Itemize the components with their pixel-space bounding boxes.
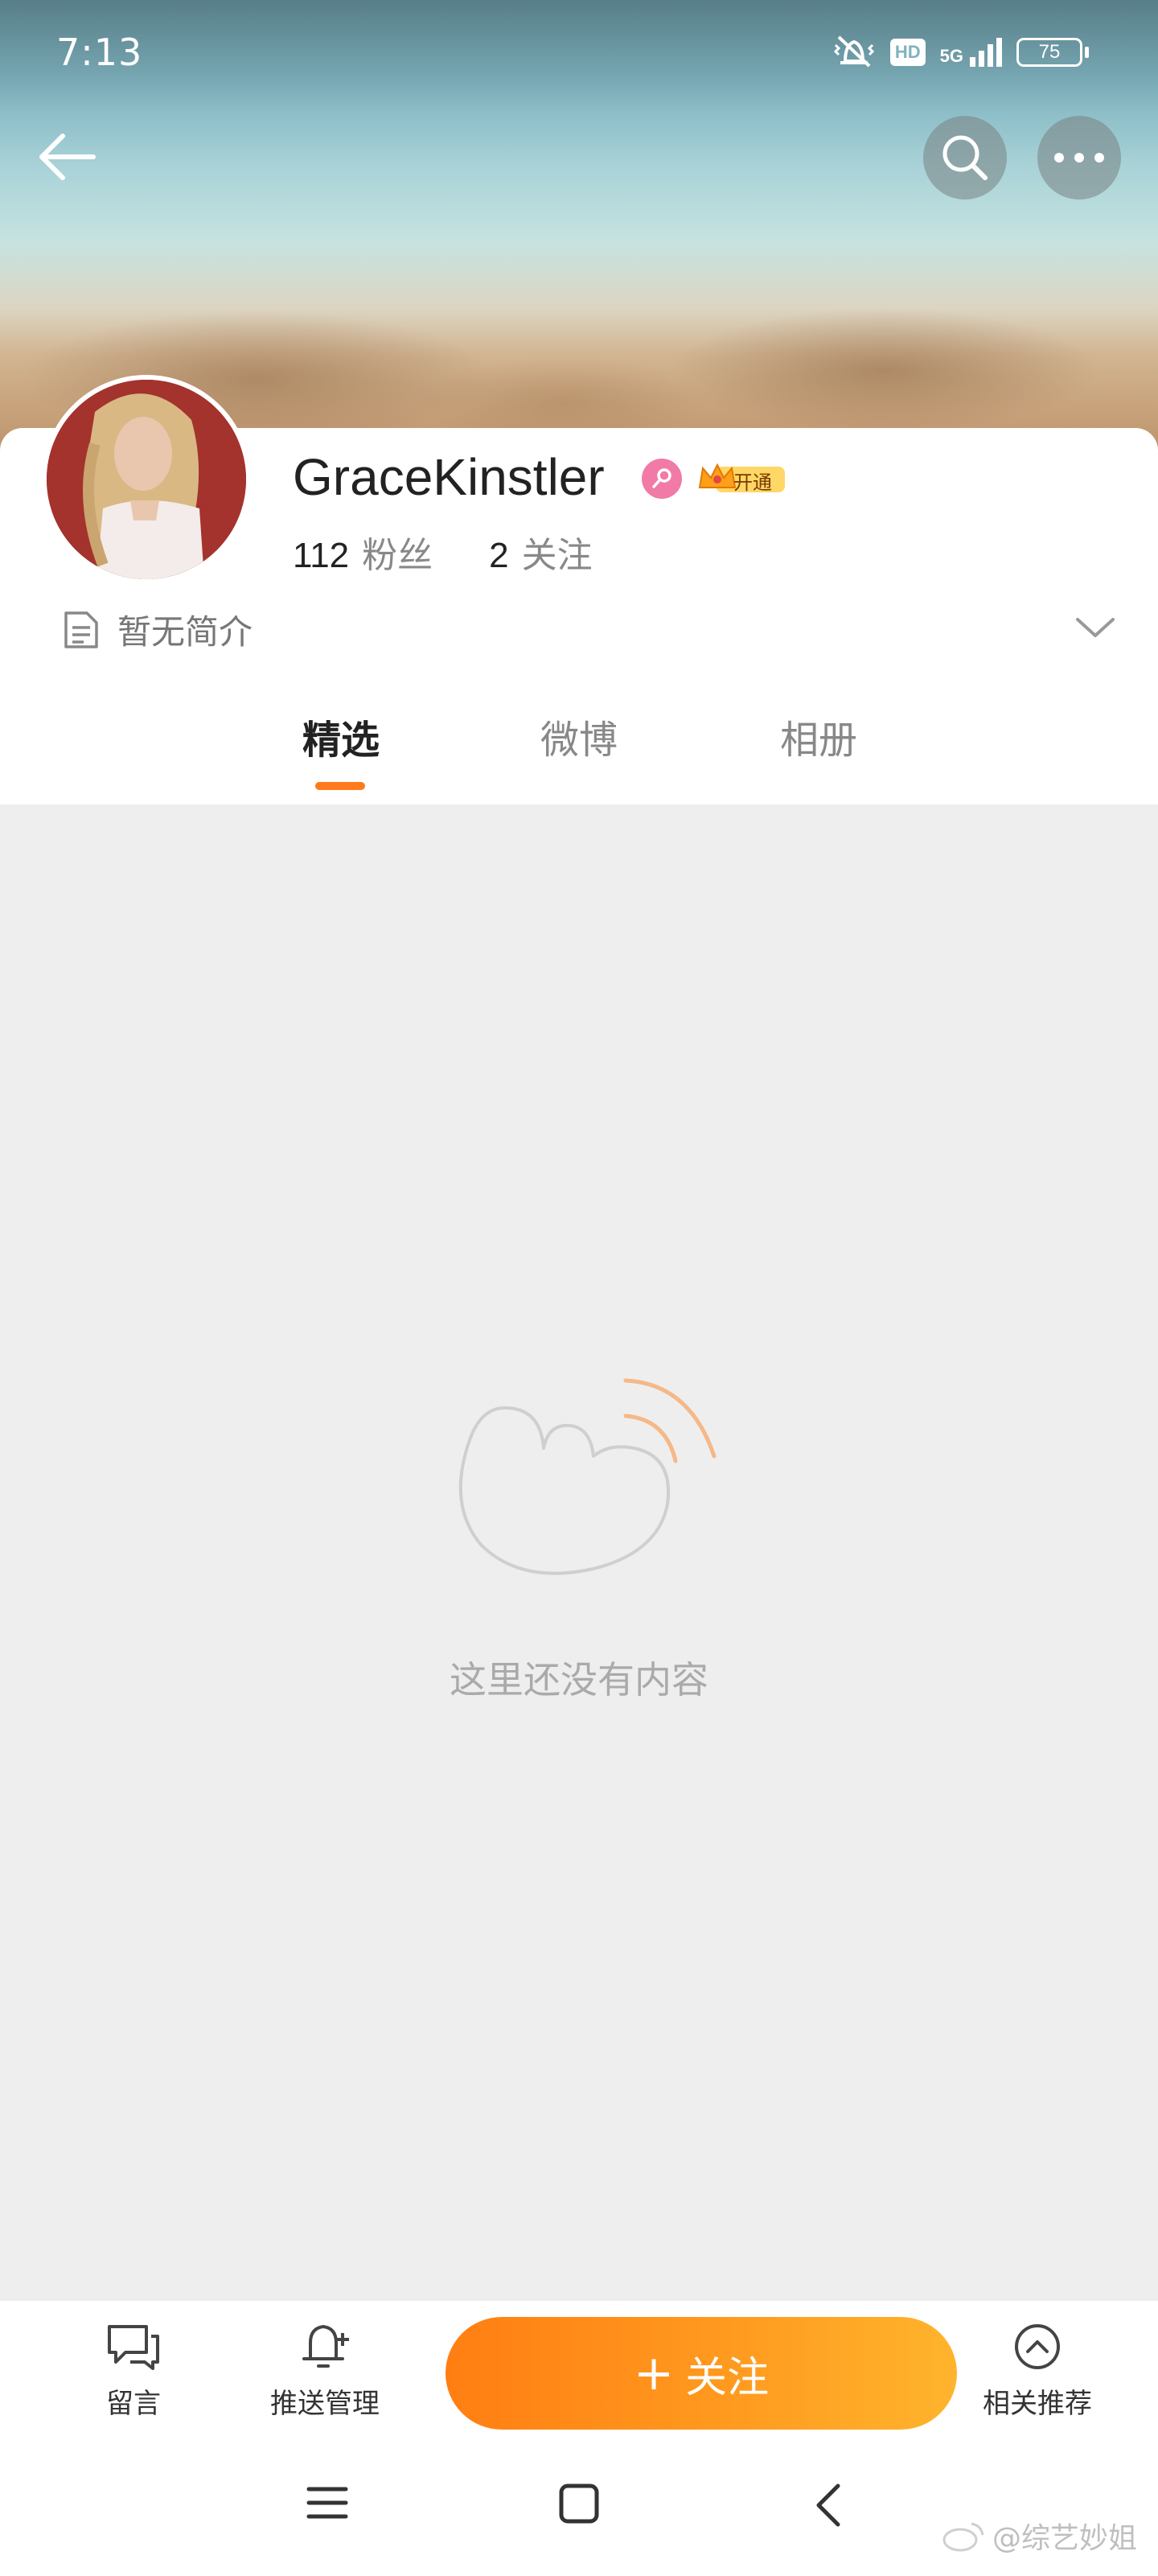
avatar[interactable] (42, 375, 251, 584)
arrow-left-icon (39, 134, 96, 180)
hd-icon: HD (889, 39, 926, 66)
push-settings-button[interactable]: 推送管理 (244, 2322, 405, 2421)
related-recommend-label: 相关推荐 (983, 2388, 1092, 2420)
followers-label: 粉丝 (362, 535, 433, 576)
search-icon (942, 135, 988, 180)
followers-count: 112 (293, 536, 350, 575)
more-button[interactable] (1037, 116, 1121, 200)
follow-label: 关注 (685, 2353, 770, 2402)
push-settings-label: 推送管理 (270, 2388, 380, 2420)
message-button[interactable]: 留言 (53, 2322, 214, 2421)
profile-name: GraceKinstler (293, 448, 605, 506)
battery-icon: 75 (1016, 38, 1089, 67)
empty-state-message: 这里还没有内容 (450, 1658, 708, 1702)
profile-tabs: 精选 微博 相册 (0, 708, 1158, 804)
mute-vibrate-icon (832, 31, 876, 74)
chevron-down-icon (1076, 618, 1115, 637)
nav-home-button[interactable] (558, 2483, 600, 2528)
tab-album[interactable]: 相册 (780, 708, 857, 764)
bell-add-icon (302, 2325, 349, 2368)
weibo-logo-icon (458, 1378, 717, 1575)
profile-stats: 112 粉丝 2 关注 (293, 526, 593, 578)
tab-featured[interactable]: 精选 (302, 708, 380, 764)
nav-menu-button[interactable] (306, 2483, 349, 2526)
weibo-watermark-icon (942, 2522, 984, 2552)
verified-badge[interactable] (642, 459, 682, 499)
watermark: @综艺妙姐 (942, 2515, 1137, 2557)
empty-state-illustration (449, 1360, 722, 1604)
following-count: 2 (489, 536, 509, 575)
nav-back-button[interactable] (814, 2483, 843, 2531)
intro-row[interactable]: 暂无简介 (63, 605, 253, 654)
document-icon (64, 611, 98, 648)
intro-text: 暂无简介 (117, 612, 253, 652)
related-recommend-button[interactable]: 相关推荐 (957, 2322, 1118, 2421)
following-label: 关注 (521, 535, 593, 576)
vip-label: 开通 (733, 471, 772, 494)
following-stat[interactable]: 2 关注 (489, 526, 592, 578)
message-label: 留言 (106, 2388, 161, 2420)
plus-icon: + (633, 2345, 675, 2401)
back-button[interactable] (35, 129, 100, 188)
followers-stat[interactable]: 112 粉丝 (293, 526, 433, 578)
status-time: 7:13 (56, 31, 143, 74)
square-icon (559, 2483, 599, 2524)
key-icon (652, 468, 671, 488)
tab-weibo[interactable]: 微博 (540, 708, 618, 764)
message-icon (108, 2325, 159, 2370)
tab-active-indicator (315, 782, 365, 790)
watermark-text: @综艺妙姐 (992, 2522, 1137, 2555)
vip-badge[interactable]: 开通 (696, 460, 786, 497)
chevron-up-circle-icon (1015, 2324, 1060, 2369)
status-icons: HD 5G 75 (832, 32, 1089, 72)
menu-icon (306, 2487, 348, 2519)
5g-signal-icon: 5G (940, 38, 1002, 67)
search-button[interactable] (923, 116, 1007, 200)
more-icon (1054, 153, 1104, 163)
chevron-left-icon (816, 2483, 840, 2527)
expand-intro-button[interactable] (1073, 615, 1118, 644)
avatar-portrait (47, 380, 246, 579)
follow-button[interactable]: + 关注 (446, 2317, 957, 2430)
